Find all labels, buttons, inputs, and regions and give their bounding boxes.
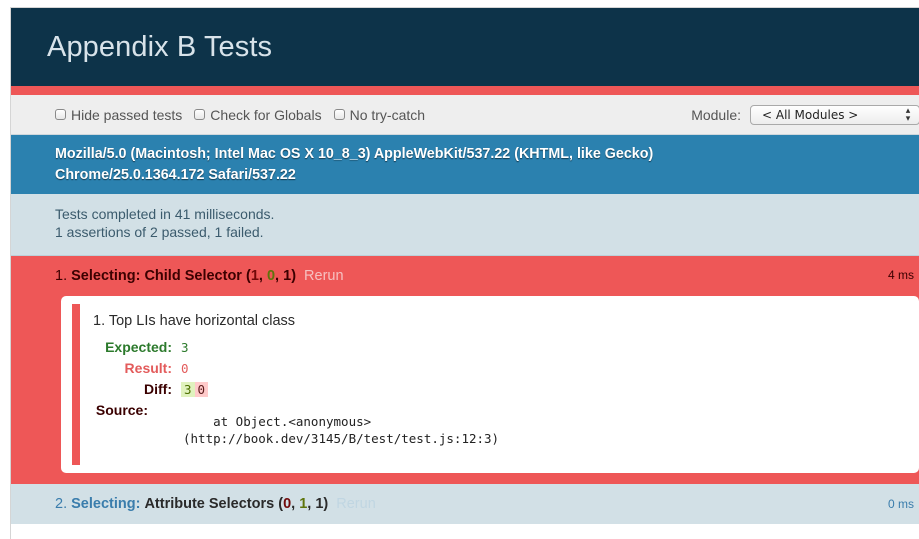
test-name: Child Selector: [144, 268, 242, 284]
status-stripe: [11, 86, 919, 95]
module-label: Module:: [691, 107, 741, 123]
result-row: Result: 0: [61, 360, 189, 376]
assertion-message: 1. Top LIs have horizontal class: [93, 313, 296, 329]
page-header: Appendix B Tests: [11, 8, 919, 86]
diff-row: Diff: 3 0: [61, 381, 209, 397]
page-title: Appendix B Tests: [47, 30, 273, 63]
user-agent-line-2: Chrome/25.0.1364.172 Safari/537.22: [55, 167, 296, 183]
qunit-page: Appendix B Tests Hide passed tests Check…: [10, 7, 919, 539]
diff-inserted: 3: [181, 381, 195, 397]
diff-deleted: 0: [194, 381, 209, 397]
diff-label: Diff:: [144, 381, 172, 397]
result-value: 0: [181, 360, 189, 376]
summary-time: Tests completed in 41 milliseconds.: [55, 206, 275, 222]
source-row: Source:: [61, 402, 157, 418]
no-try-catch-checkbox[interactable]: [333, 109, 345, 120]
test-header[interactable]: 1. Selecting: Child Selector (1, 0, 1) R…: [11, 256, 919, 296]
test-number: 1.: [55, 268, 68, 284]
assertion-list: 1. Top LIs have horizontal class Expecte…: [61, 296, 919, 473]
source-label: Source:: [95, 402, 148, 418]
test-item-passed[interactable]: 2. Selecting: Attribute Selectors (0, 1,…: [11, 484, 919, 524]
rerun-link[interactable]: Rerun: [304, 268, 344, 284]
source-stack: at Object.<anonymous> (http://book.dev/3…: [183, 414, 500, 446]
no-try-catch-label: No try-catch: [349, 106, 426, 123]
test-duration: 4 ms: [887, 268, 914, 282]
user-agent-line-1: Mozilla/5.0 (Macintosh; Intel Mac OS X 1…: [55, 146, 654, 162]
hide-passed-option[interactable]: Hide passed tests: [55, 107, 182, 123]
test-number: 2.: [55, 496, 68, 512]
passed-count: 0: [266, 268, 276, 284]
module-select[interactable]: < All Modules > ▴ ▾: [750, 105, 919, 125]
check-globals-label: Check for Globals: [210, 106, 322, 123]
total-count: 1: [283, 268, 292, 284]
test-item-failed: 1. Selecting: Child Selector (1, 0, 1) R…: [11, 256, 919, 484]
failed-count: 0: [283, 496, 292, 512]
expected-value: 3: [181, 339, 189, 355]
test-counts: (0, 1, 1): [278, 496, 329, 512]
failed-count: 1: [250, 268, 259, 284]
test-module: Selecting:: [71, 268, 141, 284]
test-module: Selecting:: [71, 496, 141, 512]
expected-label: Expected:: [105, 339, 172, 355]
hide-passed-label: Hide passed tests: [71, 106, 183, 123]
test-name: Attribute Selectors: [144, 496, 275, 512]
module-filter: Module: < All Modules > ▴ ▾: [691, 95, 919, 135]
check-globals-option[interactable]: Check for Globals: [194, 106, 322, 123]
passed-count: 1: [299, 496, 308, 512]
total-count: 1: [315, 496, 324, 512]
expected-row: Expected: 3: [61, 339, 189, 355]
toolbar: Hide passed tests Check for Globals No t…: [11, 95, 919, 135]
test-counts: (1, 0, 1): [245, 268, 297, 284]
rerun-link[interactable]: Rerun: [336, 496, 376, 512]
select-arrows-icon: ▴ ▾: [905, 106, 911, 124]
check-globals-checkbox[interactable]: [194, 109, 206, 120]
test-duration: 0 ms: [887, 497, 914, 511]
result-label: Result:: [124, 360, 172, 376]
summary-counts: 1 assertions of 2 passed, 1 failed.: [55, 224, 264, 240]
user-agent: Mozilla/5.0 (Macintosh; Intel Mac OS X 1…: [11, 135, 919, 194]
module-select-value: < All Modules >: [762, 108, 859, 122]
no-try-catch-option[interactable]: No try-catch: [333, 106, 426, 123]
test-summary: Tests completed in 41 milliseconds. 1 as…: [11, 194, 919, 256]
hide-passed-checkbox[interactable]: [55, 109, 66, 120]
